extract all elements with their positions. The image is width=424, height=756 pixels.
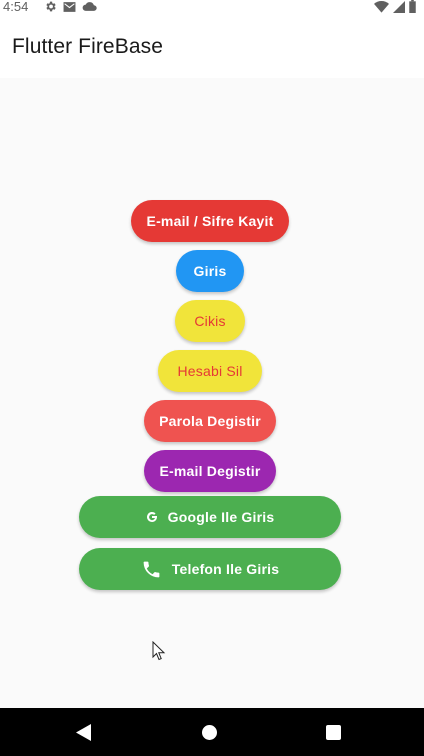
change-email-button[interactable]: E-mail Degistir	[144, 450, 276, 492]
content-area	[0, 78, 424, 708]
mail-icon	[63, 1, 76, 12]
login-button-label: Giris	[193, 263, 227, 279]
settings-icon	[46, 1, 56, 12]
phone-login-button-label: Telefon Ile Giris	[171, 561, 280, 577]
phone-login-button[interactable]: Telefon Ile Giris	[79, 548, 341, 590]
mouse-cursor-icon	[152, 641, 166, 661]
wifi-icon	[374, 0, 389, 13]
google-login-button-label: Google Ile Giris	[167, 509, 275, 525]
app-title: Flutter FireBase	[12, 35, 163, 58]
logout-button[interactable]: Cikis	[175, 300, 245, 342]
status-bar: 4:54	[0, 0, 424, 14]
signal-icon	[393, 0, 405, 13]
back-icon[interactable]	[76, 724, 92, 741]
register-button[interactable]: E-mail / Sifre Kayit	[131, 200, 289, 242]
app-bar: Flutter FireBase	[0, 14, 424, 78]
status-time: 4:54	[3, 0, 29, 14]
login-button[interactable]: Giris	[176, 250, 244, 292]
change-email-button-label: E-mail Degistir	[159, 463, 261, 479]
change-password-button[interactable]: Parola Degistir	[144, 400, 276, 442]
navigation-bar	[0, 708, 424, 756]
google-g-icon	[146, 511, 157, 522]
delete-account-button[interactable]: Hesabi Sil	[158, 350, 262, 392]
logout-button-label: Cikis	[194, 313, 226, 329]
battery-icon	[409, 0, 416, 13]
register-button-label: E-mail / Sifre Kayit	[146, 213, 274, 229]
status-icons-left	[44, 0, 97, 13]
phone-icon	[143, 561, 160, 577]
cloud-icon	[82, 2, 97, 11]
status-icons-right	[374, 0, 416, 13]
change-password-button-label: Parola Degistir	[159, 413, 261, 429]
home-icon[interactable]	[202, 725, 217, 740]
recent-apps-icon[interactable]	[326, 725, 341, 740]
delete-account-button-label: Hesabi Sil	[177, 363, 243, 379]
google-login-button[interactable]: Google Ile Giris	[79, 496, 341, 538]
